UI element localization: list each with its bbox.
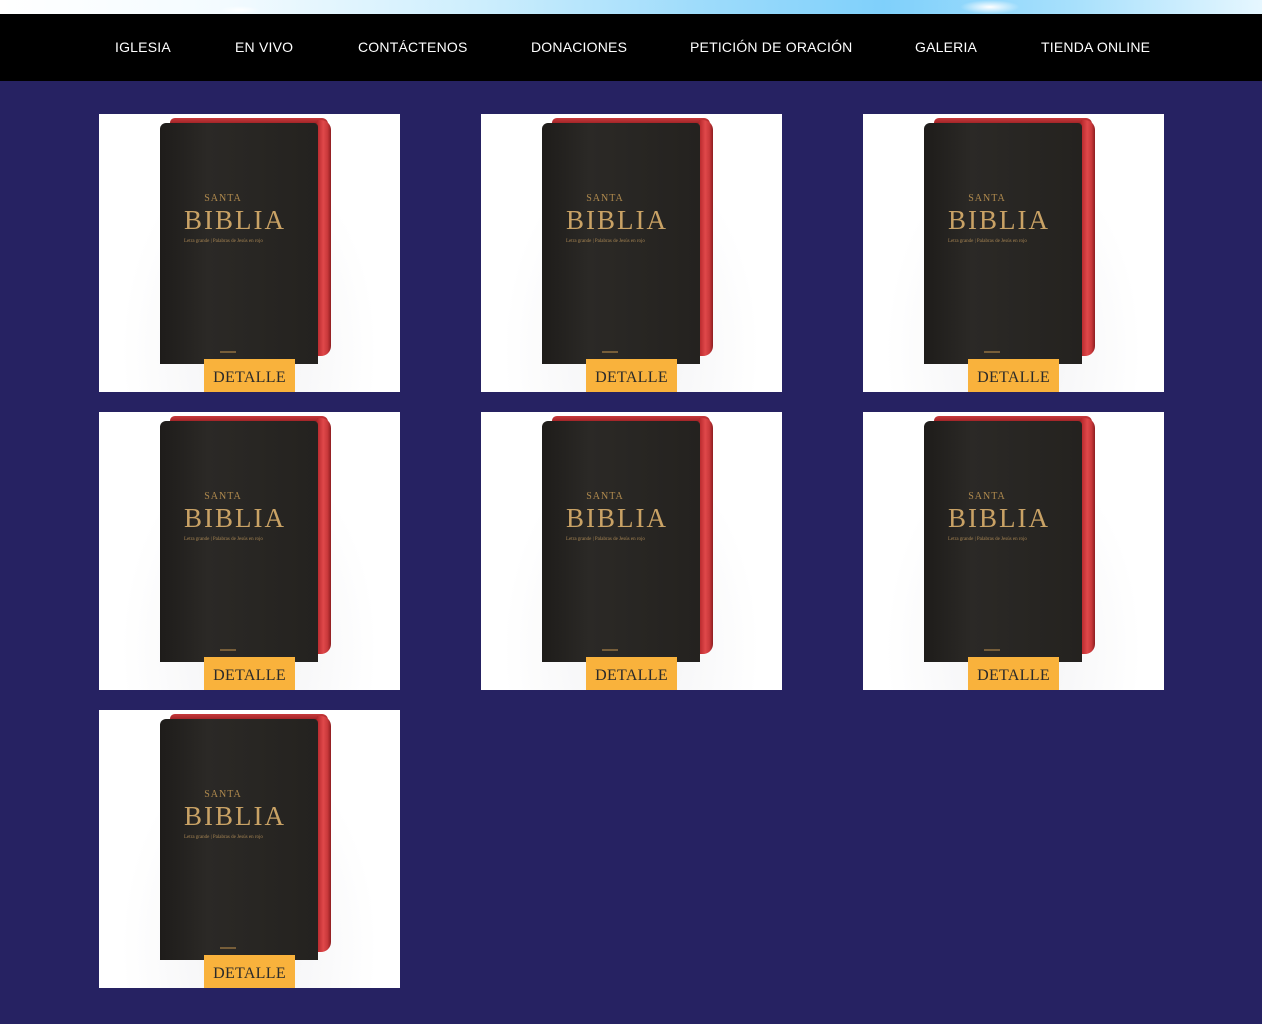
detalle-button[interactable]: DETALLE [204,955,295,988]
nav-item-contactenos[interactable]: CONTÁCTENOS [358,14,468,81]
bible-product-image[interactable]: SANTA BIBLIA Letra grande | Palabras de … [160,118,331,364]
cover-subtitle: Letra grande | Palabras de Jesús en rojo [184,835,263,840]
product-card[interactable]: SANTA BIBLIA Letra grande | Palabras de … [99,114,400,392]
cover-title-large: BIBLIA [948,205,1050,235]
cover-title-small: SANTA [968,193,1006,204]
detalle-button[interactable]: DETALLE [586,359,677,392]
product-card[interactable]: SANTA BIBLIA Letra grande | Palabras de … [863,412,1164,690]
cover-title-small: SANTA [204,193,242,204]
nav-item-peticion-de-oracion[interactable]: PETICIÓN DE ORACIÓN [690,14,852,81]
cover-title-large: BIBLIA [184,205,286,235]
top-decorative-strip [0,0,1262,14]
cover-title-large: BIBLIA [184,801,286,831]
bible-product-image[interactable]: SANTA BIBLIA Letra grande | Palabras de … [924,118,1095,364]
product-card[interactable]: SANTA BIBLIA Letra grande | Palabras de … [481,114,782,392]
cover-title-small: SANTA [204,491,242,502]
bible-product-image[interactable]: SANTA BIBLIA Letra grande | Palabras de … [924,416,1095,662]
cover-subtitle: Letra grande | Palabras de Jesús en rojo [184,239,263,244]
cover-title-small: SANTA [586,491,624,502]
nav-item-galeria[interactable]: GALERIA [915,14,977,81]
nav-item-tienda-online[interactable]: TIENDA ONLINE [1041,14,1150,81]
detalle-button[interactable]: DETALLE [204,359,295,392]
cover-title-large: BIBLIA [566,205,668,235]
cover-title-small: SANTA [204,789,242,800]
product-card[interactable]: SANTA BIBLIA Letra grande | Palabras de … [481,412,782,690]
nav-item-iglesia[interactable]: IGLESIA [115,14,171,81]
cover-subtitle: Letra grande | Palabras de Jesús en rojo [566,239,645,244]
detalle-button[interactable]: DETALLE [586,657,677,690]
cover-subtitle: Letra grande | Palabras de Jesús en rojo [948,239,1027,244]
cover-subtitle: Letra grande | Palabras de Jesús en rojo [566,537,645,542]
cover-subtitle: Letra grande | Palabras de Jesús en rojo [184,537,263,542]
detalle-button[interactable]: DETALLE [204,657,295,690]
cover-title-large: BIBLIA [184,503,286,533]
bible-product-image[interactable]: SANTA BIBLIA Letra grande | Palabras de … [160,416,331,662]
detalle-button[interactable]: DETALLE [968,359,1059,392]
product-card[interactable]: SANTA BIBLIA Letra grande | Palabras de … [99,710,400,988]
bible-product-image[interactable]: SANTA BIBLIA Letra grande | Palabras de … [542,416,713,662]
product-card[interactable]: SANTA BIBLIA Letra grande | Palabras de … [99,412,400,690]
nav-item-en-vivo[interactable]: EN VIVO [235,14,293,81]
main-nav: IGLESIA EN VIVO CONTÁCTENOS DONACIONES P… [0,14,1262,81]
detalle-button[interactable]: DETALLE [968,657,1059,690]
cover-title-small: SANTA [586,193,624,204]
cover-title-small: SANTA [968,491,1006,502]
cover-title-large: BIBLIA [948,503,1050,533]
bible-product-image[interactable]: SANTA BIBLIA Letra grande | Palabras de … [160,714,331,960]
bible-product-image[interactable]: SANTA BIBLIA Letra grande | Palabras de … [542,118,713,364]
product-card[interactable]: SANTA BIBLIA Letra grande | Palabras de … [863,114,1164,392]
cover-subtitle: Letra grande | Palabras de Jesús en rojo [948,537,1027,542]
cover-title-large: BIBLIA [566,503,668,533]
nav-item-donaciones[interactable]: DONACIONES [531,14,627,81]
